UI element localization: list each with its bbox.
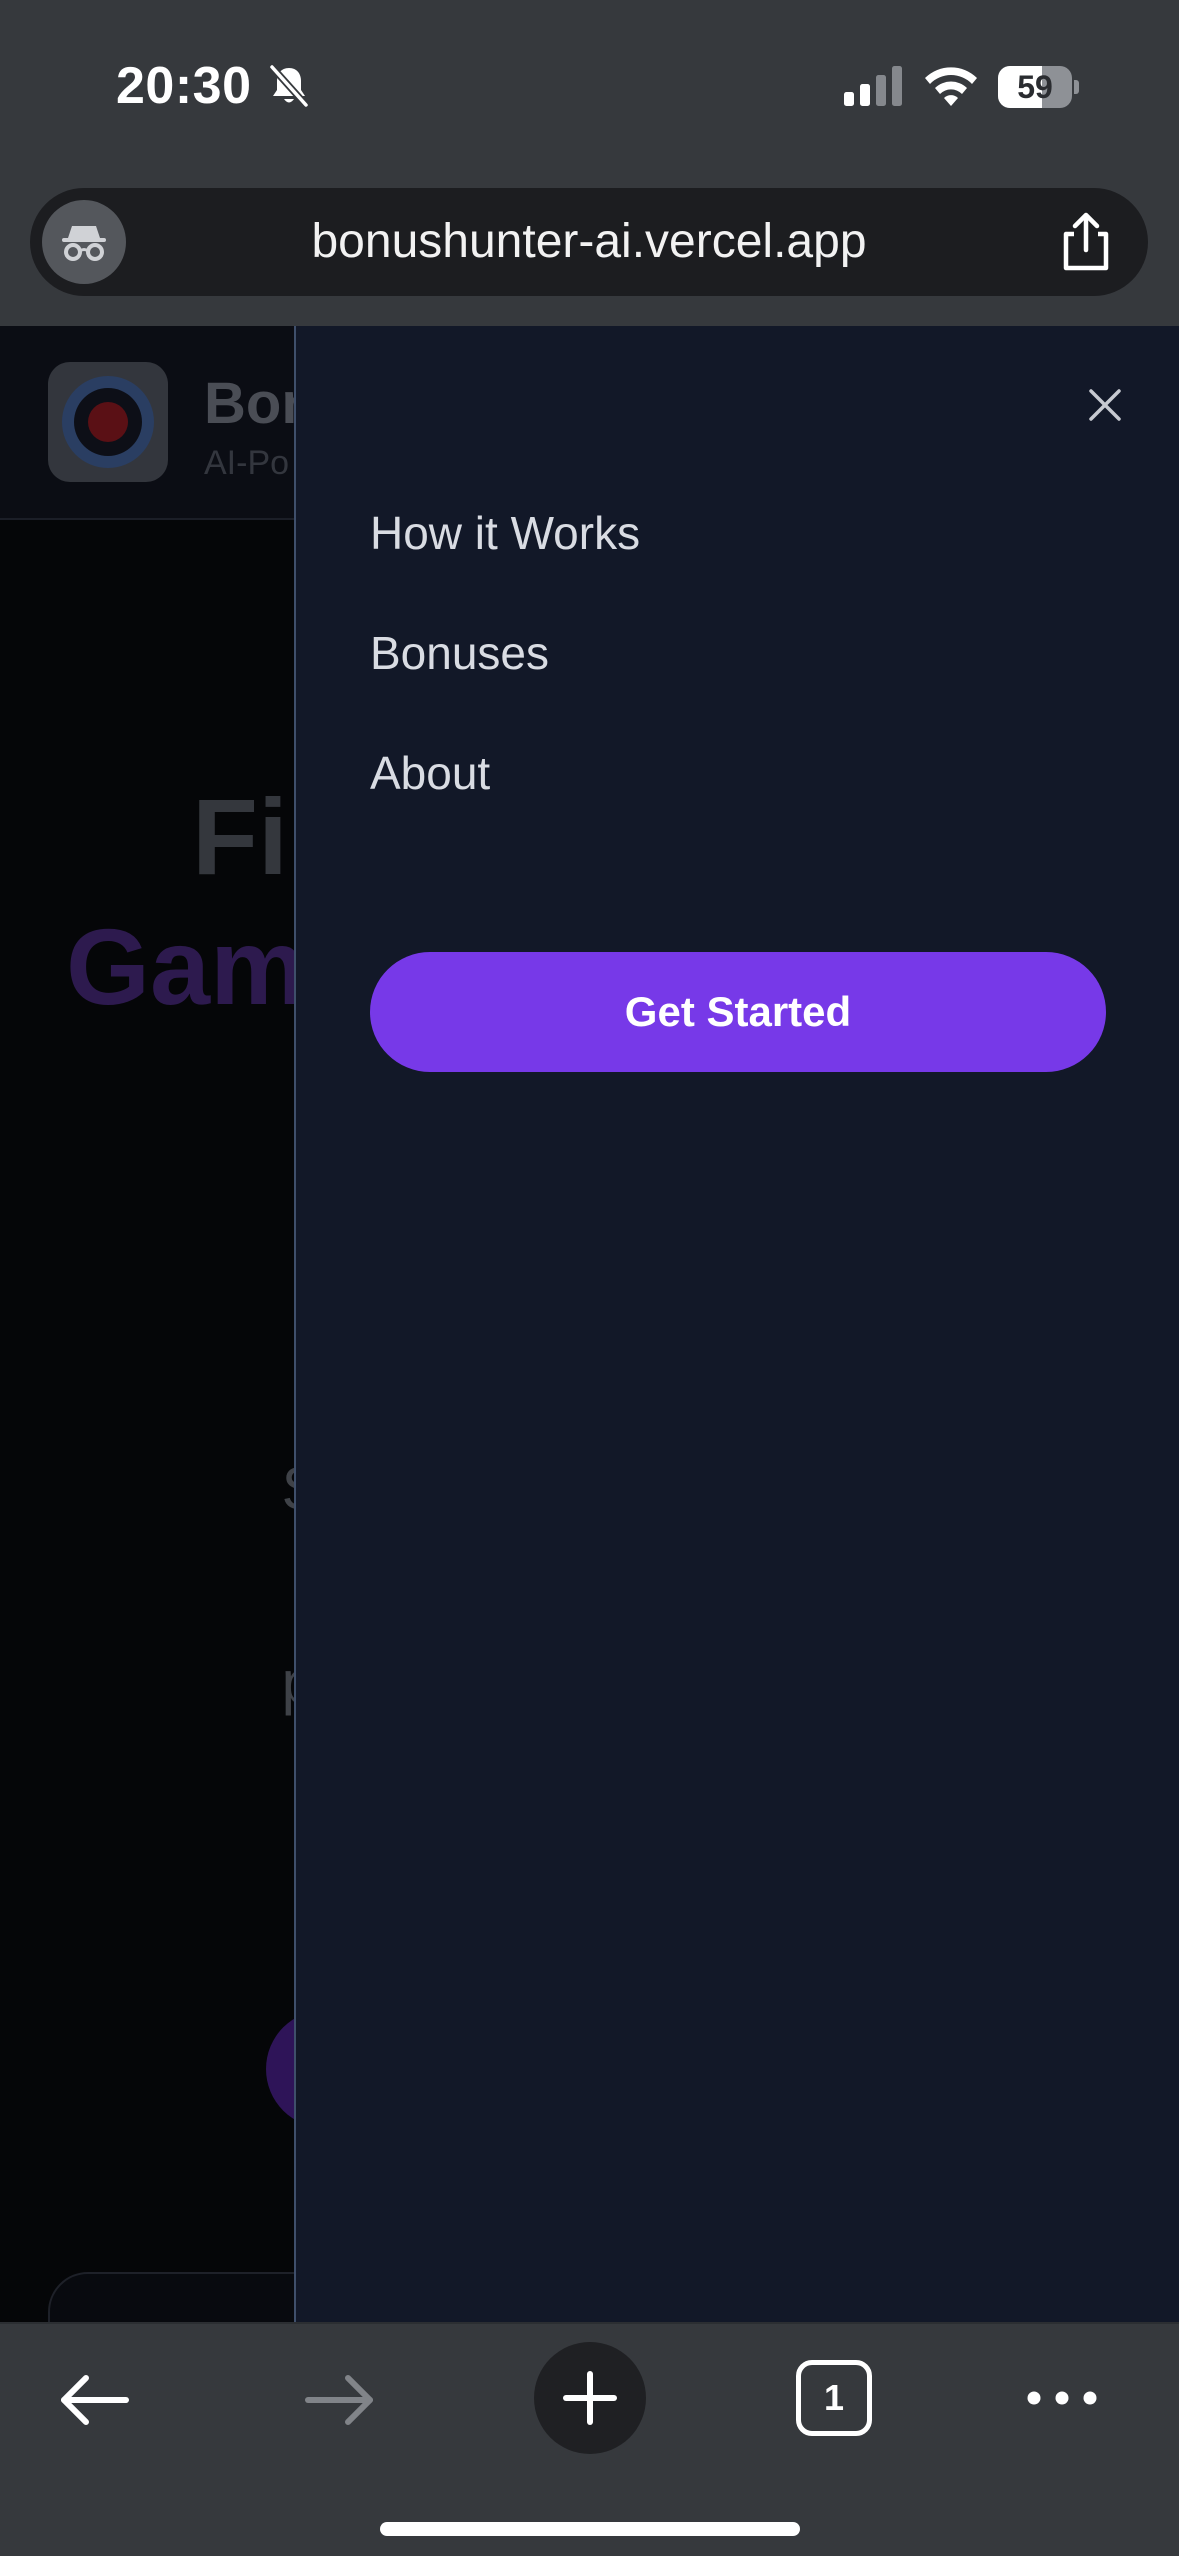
forward-arrow-icon[interactable] xyxy=(302,2362,378,2438)
mobile-menu-drawer: How it Works Bonuses About Get Started xyxy=(294,326,1179,2322)
share-icon[interactable] xyxy=(1054,210,1118,274)
back-arrow-icon[interactable] xyxy=(56,2362,132,2438)
plus-icon xyxy=(563,2371,617,2425)
browser-toolbar: 1 xyxy=(0,2322,1179,2556)
battery-icon: 59 xyxy=(998,66,1079,108)
url-text[interactable]: bonushunter-ai.vercel.app xyxy=(150,188,1028,296)
web-page: Bon AI-Po Fi Gam Skip the Cha persona po… xyxy=(0,326,1179,2322)
more-icon[interactable] xyxy=(1024,2376,1100,2420)
menu-item-about[interactable]: About xyxy=(370,746,490,800)
battery-level: 59 xyxy=(1017,69,1053,105)
address-bar[interactable]: bonushunter-ai.vercel.app xyxy=(30,188,1148,296)
menu-item-how-it-works[interactable]: How it Works xyxy=(370,506,640,560)
status-time: 20:30 xyxy=(116,57,252,115)
bell-slash-icon xyxy=(269,64,309,108)
tabs-button[interactable]: 1 xyxy=(796,2360,872,2436)
wifi-icon xyxy=(925,67,977,106)
hero-heading-line1: Fi xyxy=(192,776,288,897)
home-indicator xyxy=(380,2522,800,2536)
incognito-icon xyxy=(62,226,106,261)
menu-item-bonuses[interactable]: Bonuses xyxy=(370,626,549,680)
cellular-signal-icon xyxy=(844,66,902,106)
close-menu-button[interactable] xyxy=(1078,378,1132,432)
site-tagline: AI-Po xyxy=(204,444,290,482)
hero-heading-line2: Gam xyxy=(66,906,307,1027)
site-logo xyxy=(48,362,168,482)
close-icon xyxy=(1089,389,1121,421)
tab-count: 1 xyxy=(823,2377,845,2418)
status-bar: 20:30 59 xyxy=(0,0,1179,170)
get-started-button[interactable]: Get Started xyxy=(370,952,1106,1072)
new-tab-button[interactable] xyxy=(534,2342,646,2454)
incognito-button[interactable] xyxy=(42,200,126,284)
